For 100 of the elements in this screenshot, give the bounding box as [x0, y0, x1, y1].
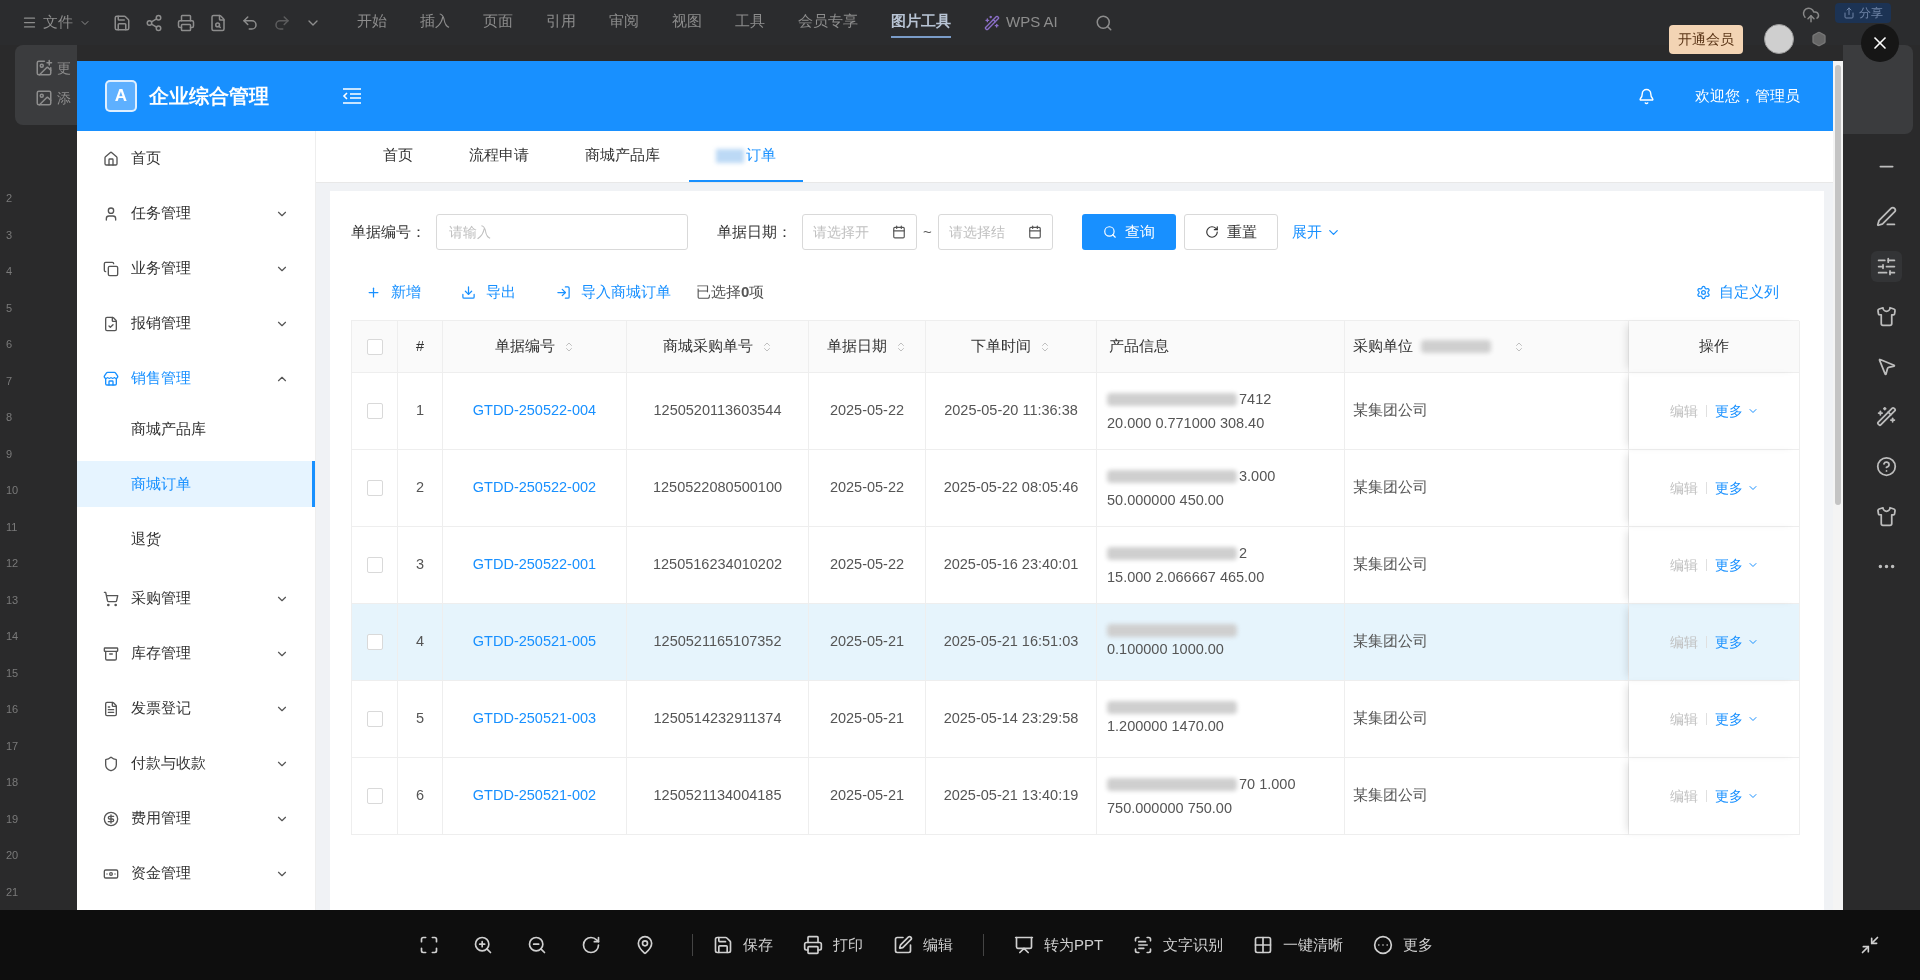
checkbox[interactable] [366, 480, 383, 496]
table-cell-text: 2025-05-22 08:05:46 [943, 478, 1079, 498]
ribbon-tab[interactable]: 开始 [357, 7, 387, 38]
sidebar-item[interactable]: 采购管理 [77, 571, 315, 626]
bell-icon[interactable] [1638, 87, 1655, 105]
query-button[interactable]: 查询 [1081, 214, 1176, 250]
checkbox[interactable] [366, 634, 383, 650]
sidebar-subitem[interactable]: 商城产品库 [77, 406, 315, 452]
sidebar-item[interactable]: 业务管理 [77, 241, 315, 296]
ribbon-tab[interactable]: 会员专享 [798, 7, 858, 38]
sidebar-subitem[interactable]: 退货 [77, 516, 315, 562]
page-tab[interactable]: 商城产品库 [558, 131, 687, 182]
checkbox[interactable] [366, 338, 383, 355]
more-dropdown[interactable]: 更多 [1714, 631, 1759, 653]
page-tab[interactable]: 首页 [356, 131, 440, 182]
print-preview-icon[interactable] [209, 13, 227, 32]
sidebar-item[interactable]: 费用管理 [77, 791, 315, 846]
share-icon[interactable] [145, 13, 163, 32]
table-row[interactable]: 1 GTDD-250522-004 1250520113603544 2025-05-22 2025-05-20 11:36:38 7412 20.000 0.771000 308.40 某集团公司 编辑 更多 [352, 373, 1799, 450]
sliders-icon[interactable] [1876, 256, 1897, 277]
ribbon-tab[interactable]: 工具 [735, 7, 765, 38]
order-link[interactable]: GTDD-250521-003 [472, 708, 597, 730]
column-header-text: 下单时间 [971, 336, 1031, 356]
cursor-icon[interactable] [1876, 356, 1897, 377]
viewer-action[interactable]: 文字识别 [1133, 933, 1224, 957]
ribbon-tab[interactable]: 页面 [483, 7, 513, 38]
toolbar-button[interactable]: 新增 [351, 274, 436, 310]
viewer-action[interactable]: 打印 [803, 933, 863, 957]
column-header-text: 单据编号 [494, 336, 555, 356]
ribbon-tab[interactable]: 插入 [420, 7, 450, 38]
toolbar-button[interactable]: 导出 [446, 274, 531, 310]
expand-link[interactable]: 展开 [1291, 220, 1341, 244]
table-row[interactable]: 6 GTDD-250521-002 1250521134004185 2025-05-21 2025-05-21 13:40:19 70 1.000 750.000000 750.00 某集团公司 编辑 更多 [352, 758, 1799, 835]
member-button[interactable]: 开通会员 [1669, 25, 1743, 54]
checkbox[interactable] [366, 557, 383, 573]
table-cell-text: 1.200000 1470.00 [1107, 716, 1224, 736]
ribbon-label: 添 [57, 89, 71, 107]
cloud-upload-icon[interactable] [1802, 6, 1820, 24]
toolbar-button[interactable]: 导入商城订单 [541, 274, 686, 310]
table-row[interactable]: 2 GTDD-250522-002 1250522080500100 2025-05-22 2025-05-22 08:05:46 3.000 50.000000 450.00 某集团公司 编辑 更多 [352, 450, 1799, 527]
more-dropdown[interactable]: 更多 [1714, 477, 1759, 499]
checkbox[interactable] [366, 788, 383, 804]
column-header-text: 操作 [1699, 336, 1729, 356]
sidebar-item[interactable]: 付款与收款 [77, 736, 315, 791]
help-icon[interactable] [1876, 456, 1897, 477]
ribbon-tab[interactable]: 视图 [672, 7, 702, 38]
column-header-text: # [415, 336, 425, 356]
search-icon[interactable] [1094, 13, 1113, 32]
sidebar-item[interactable]: 销售管理 [77, 351, 315, 406]
order-link[interactable]: GTDD-250522-002 [472, 477, 597, 499]
pen-icon[interactable] [1876, 206, 1897, 227]
page-tab[interactable]: 订单 [689, 131, 803, 182]
reset-button[interactable]: 重置 [1183, 214, 1278, 250]
shirt-icon[interactable] [1876, 506, 1897, 527]
magic-wand-icon[interactable] [1876, 406, 1897, 427]
sidebar-item[interactable]: 库存管理 [77, 626, 315, 681]
ribbon-tab[interactable]: 图片工具 [891, 7, 951, 38]
order-link[interactable]: GTDD-250522-001 [472, 554, 597, 576]
checkbox[interactable] [366, 403, 383, 419]
more-dropdown[interactable]: 更多 [1714, 400, 1759, 422]
ribbon-tab[interactable]: 引用 [546, 7, 576, 38]
more-dropdown[interactable]: 更多 [1714, 708, 1759, 730]
table-row[interactable]: 5 GTDD-250521-003 1250514232911374 2025-05-21 2025-05-14 23:29:58 1.200000 1470.00 某集团公司 编辑 更多 [352, 681, 1799, 758]
viewer-action[interactable]: 一键清晰 [1253, 933, 1344, 957]
more-dropdown[interactable]: 更多 [1714, 785, 1759, 807]
viewer-action[interactable]: 转为PPT [1014, 933, 1104, 957]
custom-columns-button[interactable]: 自定义列 [1696, 280, 1779, 304]
file-menu[interactable]: 文件 [22, 11, 91, 34]
table-cell-text: 2025-05-20 11:36:38 [944, 401, 1078, 421]
table-row[interactable]: 4 GTDD-250521-005 1250521165107352 2025-05-21 2025-05-21 16:51:03 0.100000 1000.00 某集团公司 编辑 更多 [352, 604, 1799, 681]
undo-icon[interactable] [241, 13, 259, 32]
table-cell-text: 1 [415, 401, 425, 421]
order-link[interactable]: GTDD-250521-002 [472, 785, 597, 807]
share-button[interactable]: 分享 [1835, 3, 1891, 23]
sidebar-item[interactable]: 首页 [77, 131, 315, 186]
more-dropdown[interactable]: 更多 [1714, 554, 1759, 576]
hexagon-icon[interactable] [1811, 31, 1827, 47]
viewer-action[interactable]: 编辑 [893, 933, 953, 957]
viewer-action[interactable]: 更多 [1373, 933, 1434, 957]
checkbox[interactable] [366, 711, 383, 727]
sidebar-subitem[interactable]: 商城订单 [77, 461, 315, 507]
sidebar-item[interactable]: 资金管理 [77, 846, 315, 901]
collapse-menu-icon[interactable] [342, 88, 362, 104]
viewer-action[interactable]: 保存 [713, 933, 773, 957]
ribbon-tab[interactable]: 审阅 [609, 7, 639, 38]
input-field[interactable]: 请输入 [436, 214, 688, 250]
table-row[interactable]: 3 GTDD-250522-001 1250516234010202 2025-05-22 2025-05-16 23:40:01 2 15.000 2.066667 465.00 某集团公司 编辑 更多 [352, 527, 1799, 604]
sidebar-item[interactable]: 任务管理 [77, 186, 315, 241]
refresh-icon [1204, 225, 1219, 239]
sidebar-item[interactable]: 报销管理 [77, 296, 315, 351]
shirt-icon[interactable] [1876, 306, 1897, 327]
order-link[interactable]: GTDD-250521-005 [472, 631, 597, 653]
ai-tab[interactable]: WPS AI [984, 11, 1058, 34]
printer-icon[interactable] [177, 13, 195, 32]
sidebar-item[interactable]: 发票登记 [77, 681, 315, 736]
ruler-mark: 8 [6, 410, 13, 425]
exit-fullscreen-icon[interactable] [1860, 935, 1880, 955]
order-link[interactable]: GTDD-250522-004 [472, 400, 597, 422]
page-tab[interactable]: 流程申请 [442, 131, 556, 182]
save-icon[interactable] [113, 13, 131, 32]
